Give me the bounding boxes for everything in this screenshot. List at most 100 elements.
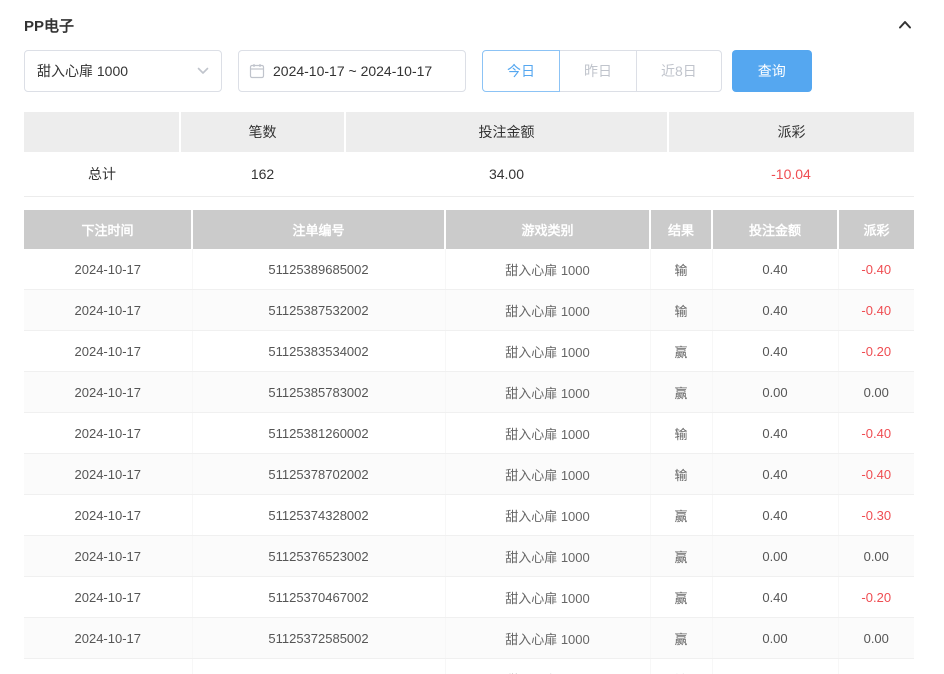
cell-result: 赢 [650, 618, 712, 659]
summary-label: 总计 [24, 152, 180, 197]
table-row: 2024-10-1751125374328002甜入心扉 1000赢0.40-0… [24, 495, 914, 536]
cell-bet-time: 2024-10-17 [24, 536, 192, 577]
cell-bet-amount: 0.00 [712, 372, 838, 413]
cell-result: 输 [650, 454, 712, 495]
header-bet-time: 下注时间 [24, 210, 192, 249]
cell-bet-amount: 0.40 [712, 413, 838, 454]
summary-payout: -10.04 [668, 152, 914, 197]
cell-order-number: 51125381260002 [192, 413, 445, 454]
summary-header-count: 笔数 [180, 112, 345, 152]
cell-result: 赢 [650, 536, 712, 577]
cell-bet-time: 2024-10-17 [24, 454, 192, 495]
table-row: 2024-10-1751125381260002甜入心扉 1000输0.40-0… [24, 413, 914, 454]
summary-header-payout: 派彩 [668, 112, 914, 152]
cell-game-category: 甜入心扉 1000 [445, 495, 650, 536]
table-row: 2024-10-1751125389685002甜入心扉 1000输0.40-0… [24, 249, 914, 290]
header-result: 结果 [650, 210, 712, 249]
search-button[interactable]: 查询 [732, 50, 812, 92]
quick-range-yesterday-button[interactable]: 昨日 [559, 50, 637, 92]
table-row: 2024-10-1751125376523002甜入心扉 1000赢0.000.… [24, 536, 914, 577]
bet-table: 下注时间 注单编号 游戏类别 结果 投注金额 派彩 2024-10-175112… [24, 210, 914, 674]
cell-bet-time: 2024-10-17 [24, 495, 192, 536]
summary-bet: 34.00 [345, 152, 668, 197]
cell-bet-amount: 0.40 [712, 249, 838, 290]
cell-payout: -0.40 [838, 454, 914, 495]
game-select-value: 甜入心扉 1000 [37, 61, 128, 81]
cell-game-category: 甜入心扉 1000 [445, 659, 650, 674]
cell-payout: -0.40 [838, 290, 914, 331]
cell-bet-amount: 0.40 [712, 454, 838, 495]
chevron-down-icon [197, 67, 209, 75]
cell-bet-time: 2024-10-17 [24, 413, 192, 454]
date-range-input[interactable]: 2024-10-17 ~ 2024-10-17 [238, 50, 466, 92]
cell-payout: -0.20 [838, 577, 914, 618]
summary-header-bet: 投注金额 [345, 112, 668, 152]
summary-header-blank [24, 112, 180, 152]
cell-result: 输 [650, 413, 712, 454]
cell-payout: -0.40 [838, 249, 914, 290]
cell-game-category: 甜入心扉 1000 [445, 290, 650, 331]
cell-game-category: 甜入心扉 1000 [445, 454, 650, 495]
cell-result: 赢 [650, 331, 712, 372]
header-game-category: 游戏类别 [445, 210, 650, 249]
cell-bet-amount: 0.40 [712, 495, 838, 536]
cell-game-category: 甜入心扉 1000 [445, 618, 650, 659]
summary-table: 笔数 投注金额 派彩 总计 162 34.00 -10.04 [24, 112, 914, 197]
table-row: 2024-10-1751125385783002甜入心扉 1000赢0.000.… [24, 372, 914, 413]
cell-game-category: 甜入心扉 1000 [445, 536, 650, 577]
cell-order-number: 51125372585002 [192, 618, 445, 659]
panel-header: PP电子 [0, 0, 944, 38]
cell-bet-amount: 0.40 [712, 331, 838, 372]
cell-game-category: 甜入心扉 1000 [445, 577, 650, 618]
cell-order-number: 51125378702002 [192, 454, 445, 495]
chevron-up-icon[interactable] [896, 16, 914, 34]
cell-bet-time: 2024-10-17 [24, 659, 192, 674]
cell-order-number: 51125387532002 [192, 290, 445, 331]
cell-result: 赢 [650, 372, 712, 413]
cell-bet-time: 2024-10-17 [24, 290, 192, 331]
header-payout: 派彩 [838, 210, 914, 249]
cell-bet-time: 2024-10-17 [24, 577, 192, 618]
cell-bet-time: 2024-10-17 [24, 249, 192, 290]
table-row: 2024-10-1751125383534002甜入心扉 1000赢0.40-0… [24, 331, 914, 372]
calendar-icon [249, 63, 265, 79]
cell-order-number: 51125376523002 [192, 536, 445, 577]
table-row: 2024-10-1751125368250002甜入心扉 1000输0.40-0… [24, 659, 914, 674]
cell-result: 赢 [650, 577, 712, 618]
cell-order-number: 51125385783002 [192, 372, 445, 413]
cell-bet-time: 2024-10-17 [24, 331, 192, 372]
cell-result: 输 [650, 659, 712, 674]
cell-payout: -0.30 [838, 495, 914, 536]
cell-result: 赢 [650, 495, 712, 536]
cell-bet-time: 2024-10-17 [24, 372, 192, 413]
header-bet-amount: 投注金额 [712, 210, 838, 249]
quick-range-last8days-button[interactable]: 近8日 [636, 50, 722, 92]
table-row: 2024-10-1751125378702002甜入心扉 1000输0.40-0… [24, 454, 914, 495]
cell-bet-amount: 0.00 [712, 536, 838, 577]
cell-bet-amount: 0.40 [712, 577, 838, 618]
pp-electronic-panel: PP电子 甜入心扉 1000 2024-10-17 ~ 2024-10-17 [0, 0, 944, 674]
table-row: 2024-10-1751125370467002甜入心扉 1000赢0.40-0… [24, 577, 914, 618]
cell-result: 输 [650, 290, 712, 331]
cell-bet-amount: 0.40 [712, 290, 838, 331]
cell-bet-amount: 0.40 [712, 659, 838, 674]
cell-game-category: 甜入心扉 1000 [445, 372, 650, 413]
game-select[interactable]: 甜入心扉 1000 [24, 50, 222, 92]
cell-payout: -0.40 [838, 659, 914, 674]
table-row: 2024-10-1751125372585002甜入心扉 1000赢0.000.… [24, 618, 914, 659]
summary-count: 162 [180, 152, 345, 197]
quick-range-today-button[interactable]: 今日 [482, 50, 560, 92]
cell-payout: -0.40 [838, 413, 914, 454]
bet-table-body: 2024-10-1751125389685002甜入心扉 1000输0.40-0… [24, 249, 914, 674]
cell-order-number: 51125374328002 [192, 495, 445, 536]
cell-payout: 0.00 [838, 536, 914, 577]
quick-range-group: 今日昨日近8日 [482, 50, 722, 92]
cell-bet-amount: 0.00 [712, 618, 838, 659]
date-range-value: 2024-10-17 ~ 2024-10-17 [273, 63, 432, 79]
cell-order-number: 51125389685002 [192, 249, 445, 290]
cell-game-category: 甜入心扉 1000 [445, 331, 650, 372]
cell-game-category: 甜入心扉 1000 [445, 413, 650, 454]
cell-order-number: 51125370467002 [192, 577, 445, 618]
cell-order-number: 51125368250002 [192, 659, 445, 674]
summary-header-row: 笔数 投注金额 派彩 [24, 112, 914, 152]
